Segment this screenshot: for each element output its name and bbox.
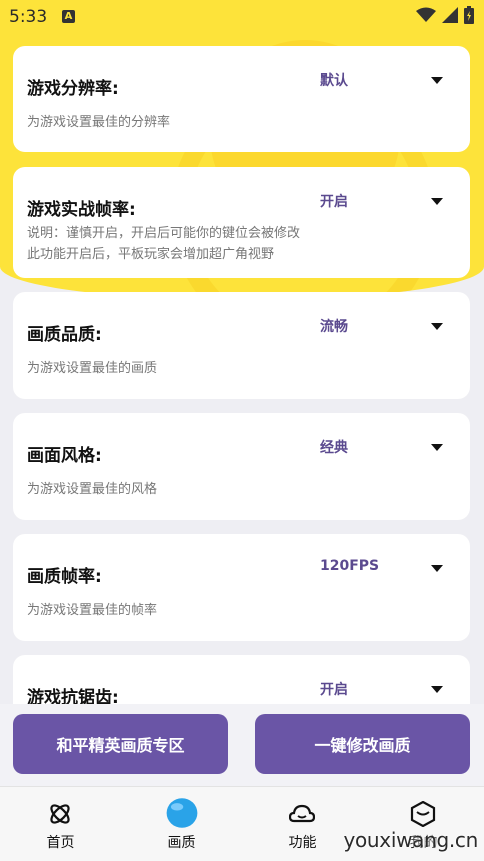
setting-value-dropdown[interactable]: 经典 [320,437,348,457]
status-time: 5:33 [9,7,48,27]
nav-item-home[interactable]: 首页 [0,787,121,861]
nav-item-quality[interactable]: 画质 [121,787,242,861]
setting-value-dropdown[interactable]: 默认 [320,70,348,90]
setting-description-line: 为游戏设置最佳的帧率 [27,603,158,618]
one-click-modify-button[interactable]: 一键修改画质 [255,714,470,774]
setting-description-line: 为游戏设置最佳的分辨率 [27,115,171,130]
chevron-down-icon[interactable] [431,686,443,693]
setting-description: 为游戏设置最佳的风格 [27,479,157,500]
setting-description: 为游戏设置最佳的画质 [27,358,157,379]
setting-card-resolution[interactable]: 游戏分辨率: 默认 为游戏设置最佳的分辨率 [13,46,470,152]
status-icons [416,6,474,24]
chevron-down-icon[interactable] [431,323,443,330]
chevron-down-icon[interactable] [431,444,443,451]
status-bar: 5:33 A [0,0,484,34]
setting-card-fps[interactable]: 画质帧率: 120FPS 为游戏设置最佳的帧率 [13,534,470,641]
chevron-down-icon[interactable] [431,198,443,205]
setting-value-dropdown[interactable]: 开启 [320,191,348,211]
setting-value-dropdown[interactable]: 开启 [320,679,348,699]
setting-description: 为游戏设置最佳的分辨率 [27,112,170,133]
atom-icon [50,804,70,824]
blue-ball-icon [166,798,198,828]
setting-description: 说明：谨慎开启，开启后可能你的键位会被修改 此功能开启后，平板玩家会增加超广角视… [27,223,300,265]
setting-description-line: 为游戏设置最佳的画质 [27,361,158,376]
watermark: youxiwang.cn [343,828,478,852]
setting-card-combat-fps[interactable]: 游戏实战帧率: 开启 说明：谨慎开启，开启后可能你的键位会被修改 此功能开启后，… [13,167,470,278]
wifi-icon [416,7,436,22]
setting-value-dropdown[interactable]: 流畅 [320,316,348,336]
setting-title: 画面风格: [27,446,102,466]
setting-card-quality[interactable]: 画质品质: 流畅 为游戏设置最佳的画质 [13,292,470,399]
setting-description: 为游戏设置最佳的帧率 [27,600,157,621]
setting-title: 游戏分辨率: [27,79,119,99]
setting-value-dropdown[interactable]: 120FPS [320,558,379,574]
chevron-down-icon[interactable] [431,77,443,84]
setting-title: 画质品质: [27,325,102,345]
pubg-quality-zone-button[interactable]: 和平精英画质专区 [13,714,228,774]
setting-title: 画质帧率: [27,567,102,587]
setting-title: 游戏实战帧率: [27,200,136,220]
setting-card-style[interactable]: 画面风格: 经典 为游戏设置最佳的风格 [13,413,470,520]
notification-icon: A [62,10,75,23]
nav-label: 画质 [167,835,196,851]
setting-description-line: 说明：谨慎开启，开启后可能你的键位会被修改 [27,226,301,241]
chevron-down-icon[interactable] [431,565,443,572]
cloud-icon [289,804,315,823]
hexagon-icon [410,801,436,827]
signal-icon [442,7,458,23]
battery-icon [464,6,474,24]
nav-label: 首页 [46,835,75,851]
setting-description-line: 为游戏设置最佳的风格 [27,482,158,497]
setting-description-line: 此功能开启后，平板玩家会增加超广角视野 [27,247,275,262]
